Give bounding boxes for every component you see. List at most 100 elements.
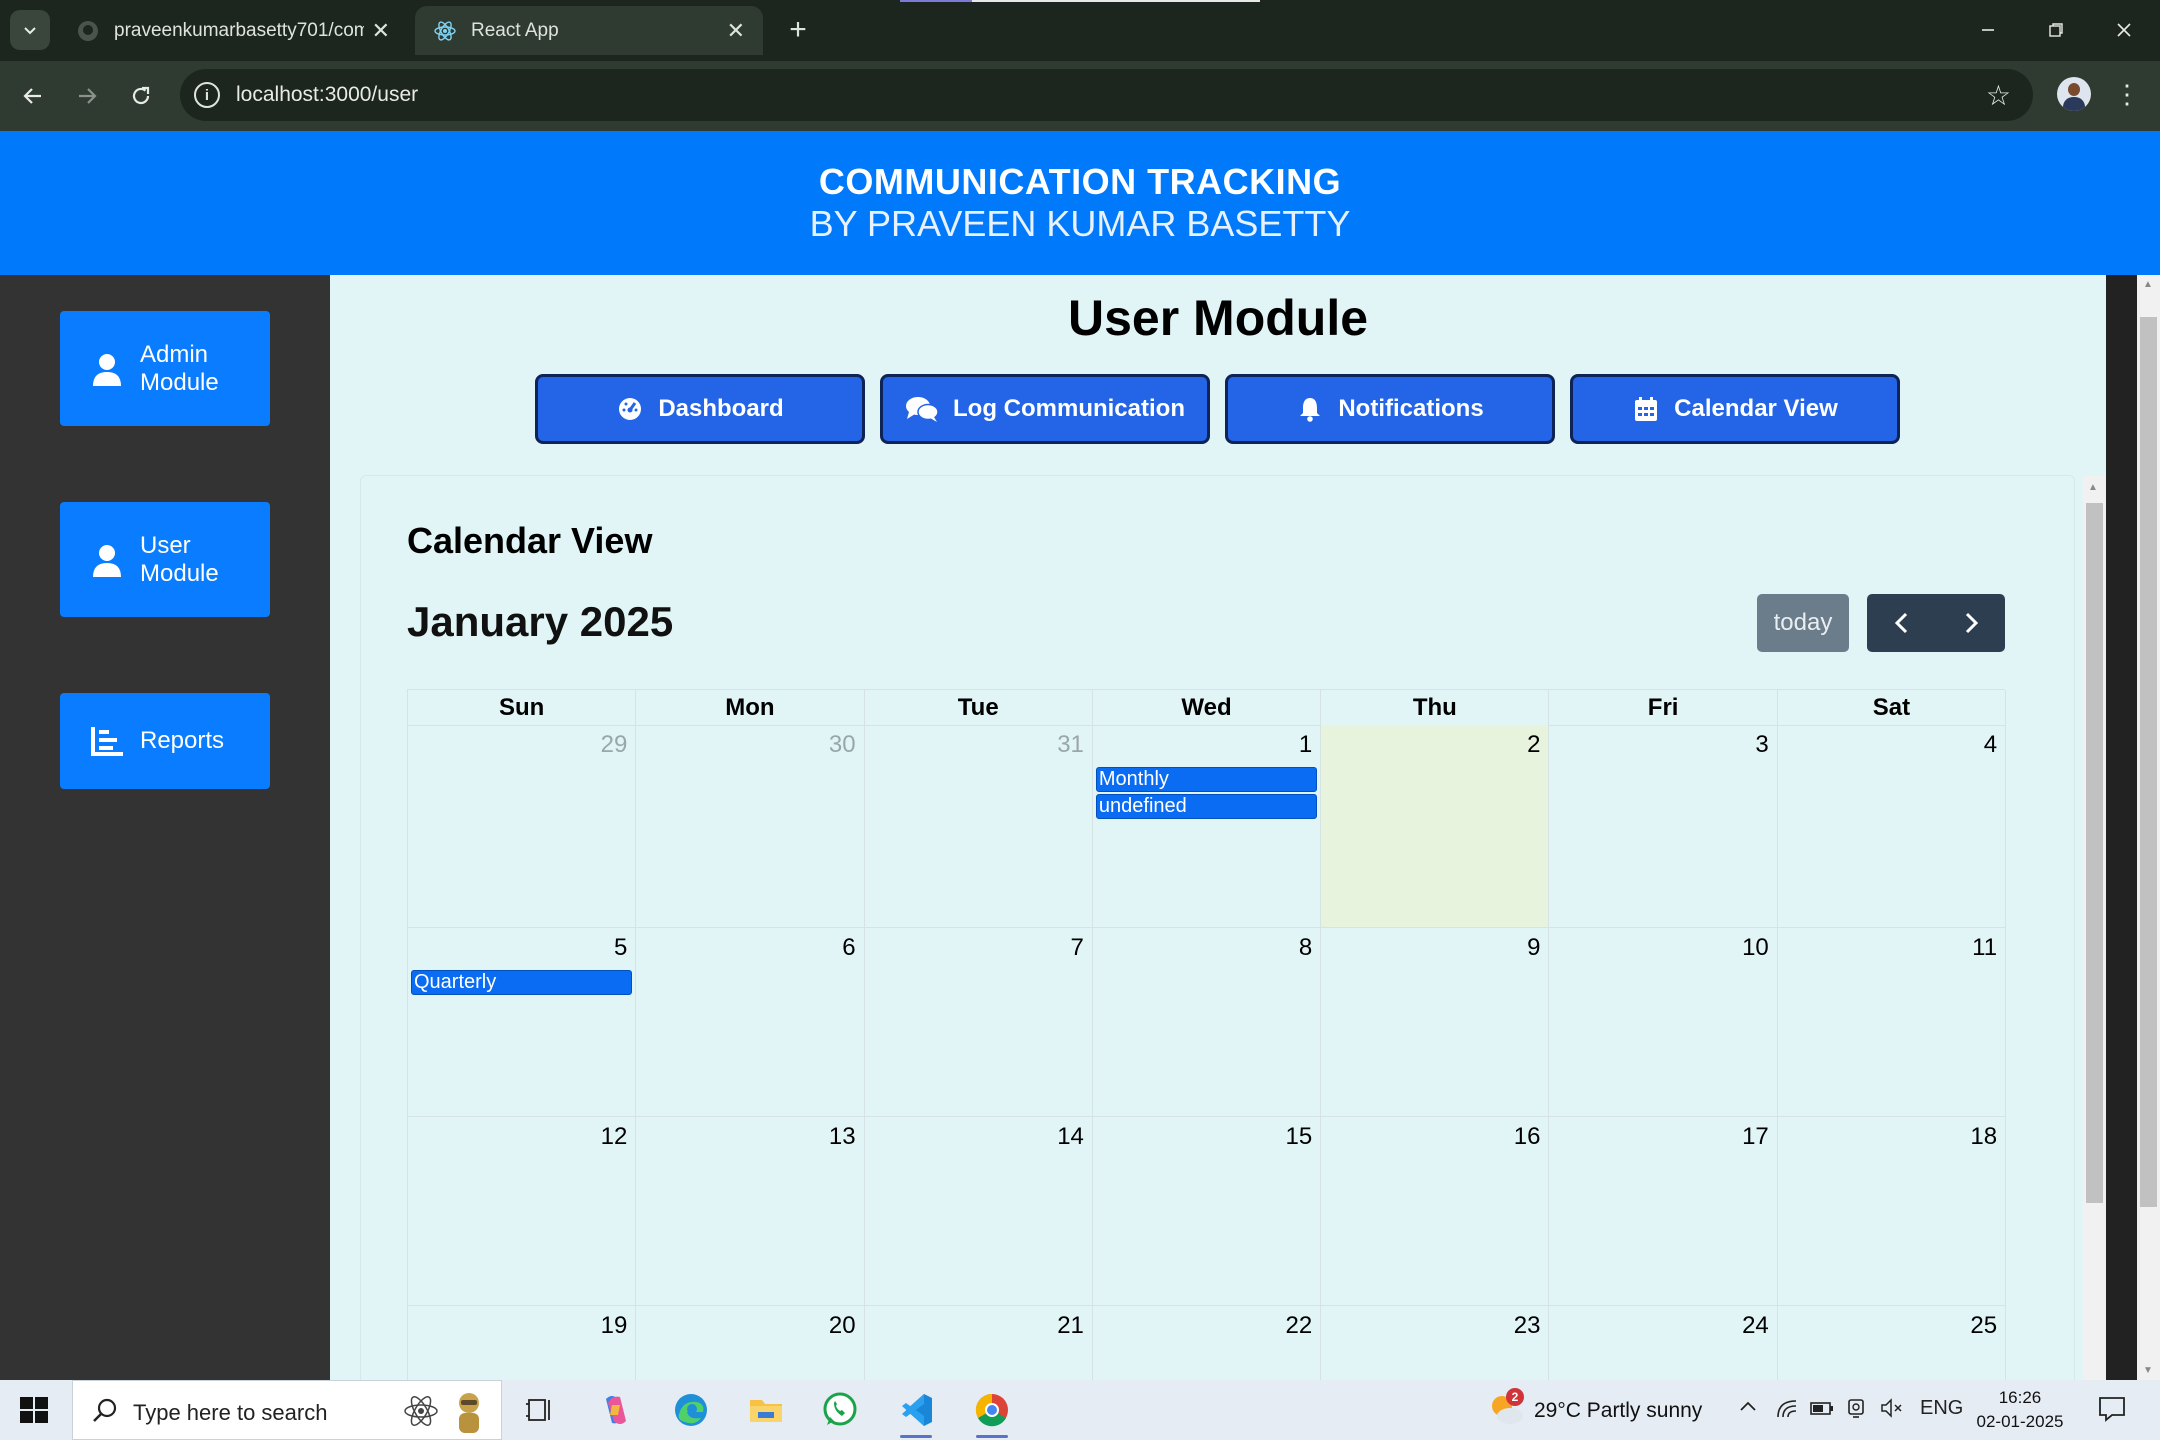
day-number[interactable]: 20 xyxy=(829,1312,856,1340)
day-number[interactable]: 3 xyxy=(1755,731,1768,759)
day-number[interactable]: 29 xyxy=(601,731,628,759)
day-cell[interactable]: 29 xyxy=(408,725,637,928)
day-number[interactable]: 11 xyxy=(1972,934,1997,962)
day-number[interactable]: 4 xyxy=(1984,731,1997,759)
day-cell[interactable]: 6 xyxy=(636,928,865,1117)
day-number[interactable]: 8 xyxy=(1299,934,1312,962)
day-cell[interactable]: 3 xyxy=(1549,725,1778,928)
day-number[interactable]: 5 xyxy=(614,934,627,962)
windows-start-button[interactable] xyxy=(18,1394,50,1426)
battery-icon[interactable] xyxy=(1810,1397,1834,1425)
calendar-event[interactable]: undefined xyxy=(1095,794,1318,819)
next-month-button[interactable] xyxy=(1936,594,2005,652)
sidebar-item-admin-module[interactable]: Admin Module xyxy=(60,311,270,426)
day-number[interactable]: 30 xyxy=(829,731,856,759)
restore-button[interactable] xyxy=(2022,0,2090,60)
day-number[interactable]: 25 xyxy=(1970,1312,1997,1340)
day-cell[interactable]: 9 xyxy=(1321,928,1550,1117)
day-cell[interactable]: 11 xyxy=(1777,928,2007,1117)
today-button[interactable]: today xyxy=(1757,594,1849,652)
day-number[interactable]: 18 xyxy=(1970,1123,1997,1151)
scroll-down-icon[interactable]: ▼ xyxy=(2143,1365,2153,1376)
day-cell[interactable]: 22 xyxy=(1093,1306,1322,1380)
day-cell[interactable]: 31 xyxy=(864,725,1093,928)
file-explorer-app[interactable] xyxy=(744,1390,788,1430)
close-icon[interactable]: ✕ xyxy=(372,18,390,44)
calendar-event[interactable]: Quarterly xyxy=(411,970,633,995)
clock[interactable]: 16:26 02-01-2025 xyxy=(1960,1386,2080,1434)
page-scrollbar[interactable]: ▲ ▼ xyxy=(2137,275,2160,1380)
day-number[interactable]: 21 xyxy=(1057,1312,1084,1340)
sidebar-item-reports[interactable]: Reports xyxy=(60,693,270,789)
day-cell[interactable]: 1 Monthly undefined xyxy=(1092,725,1322,928)
day-cell-today[interactable]: 2 xyxy=(1321,725,1550,928)
chevron-up-icon[interactable] xyxy=(1738,1397,1758,1423)
day-cell[interactable]: 5 Quarterly xyxy=(408,928,637,1117)
day-number[interactable]: 14 xyxy=(1057,1123,1084,1151)
day-number[interactable]: 2 xyxy=(1527,731,1540,759)
wifi-icon[interactable] xyxy=(1776,1397,1798,1425)
day-cell[interactable]: 21 xyxy=(865,1306,1093,1380)
browser-tab-github[interactable]: praveenkumarbasetty701/comm ✕ xyxy=(58,6,408,55)
day-cell[interactable]: 15 xyxy=(1092,1117,1322,1306)
panel-scrollbar[interactable]: ▲ ▼ xyxy=(2083,476,2105,1380)
sidebar-item-user-module[interactable]: User Module xyxy=(60,502,270,617)
day-cell[interactable]: 14 xyxy=(864,1117,1093,1306)
tab-log-communication[interactable]: Log Communication xyxy=(880,374,1210,444)
more-menu-icon[interactable]: ⋮ xyxy=(2114,79,2140,110)
day-cell[interactable]: 4 xyxy=(1777,725,2007,928)
star-icon[interactable]: ☆ xyxy=(1986,79,2011,112)
day-number[interactable]: 31 xyxy=(1057,731,1084,759)
day-cell[interactable]: 23 xyxy=(1321,1306,1550,1380)
day-number[interactable]: 9 xyxy=(1527,934,1540,962)
tab-notifications[interactable]: Notifications xyxy=(1225,374,1555,444)
day-cell[interactable]: 25 xyxy=(1778,1306,2007,1380)
day-cell[interactable]: 18 xyxy=(1777,1117,2007,1306)
day-cell[interactable]: 17 xyxy=(1549,1117,1778,1306)
day-cell[interactable]: 10 xyxy=(1549,928,1778,1117)
edge-app[interactable] xyxy=(669,1390,713,1430)
day-number[interactable]: 17 xyxy=(1742,1123,1769,1151)
new-tab-button[interactable]: + xyxy=(780,12,816,48)
forward-button[interactable] xyxy=(66,75,108,117)
close-icon[interactable]: ✕ xyxy=(727,18,745,44)
day-number[interactable]: 24 xyxy=(1742,1312,1769,1340)
day-number[interactable]: 23 xyxy=(1514,1312,1541,1340)
minimize-button[interactable] xyxy=(1954,0,2022,60)
day-number[interactable]: 13 xyxy=(829,1123,856,1151)
copilot-app[interactable] xyxy=(594,1390,638,1430)
calendar-event[interactable]: Monthly xyxy=(1095,767,1318,792)
day-number[interactable]: 10 xyxy=(1742,934,1769,962)
taskbar-search-input[interactable]: Type here to search xyxy=(72,1380,502,1440)
scrollbar-thumb[interactable] xyxy=(2086,503,2103,1203)
day-number[interactable]: 6 xyxy=(842,934,855,962)
camera-icon[interactable] xyxy=(1846,1397,1868,1425)
scroll-up-icon[interactable]: ▲ xyxy=(2143,279,2153,290)
browser-tab-react-app[interactable]: React App ✕ xyxy=(415,6,763,55)
day-cell[interactable]: 13 xyxy=(636,1117,865,1306)
scroll-up-icon[interactable]: ▲ xyxy=(2088,482,2098,493)
tab-search-button[interactable] xyxy=(10,10,50,50)
task-view-button[interactable] xyxy=(518,1390,562,1430)
weather-text[interactable]: 29°C Partly sunny xyxy=(1534,1399,1702,1423)
tab-dashboard[interactable]: Dashboard xyxy=(535,374,865,444)
day-cell[interactable]: 8 xyxy=(1092,928,1322,1117)
day-number[interactable]: 7 xyxy=(1071,934,1084,962)
day-number[interactable]: 16 xyxy=(1514,1123,1541,1151)
language-indicator[interactable]: ENG xyxy=(1920,1397,1963,1420)
whatsapp-app[interactable] xyxy=(818,1390,862,1430)
chrome-app[interactable] xyxy=(970,1390,1014,1438)
day-cell[interactable]: 30 xyxy=(636,725,865,928)
volume-muted-icon[interactable] xyxy=(1880,1397,1904,1425)
day-cell[interactable]: 24 xyxy=(1549,1306,1778,1380)
day-number[interactable]: 12 xyxy=(601,1123,628,1151)
day-number[interactable]: 1 xyxy=(1299,731,1312,759)
reload-button[interactable] xyxy=(120,75,162,117)
back-button[interactable] xyxy=(12,75,54,117)
tab-calendar-view[interactable]: Calendar View xyxy=(1570,374,1900,444)
day-cell[interactable]: 19 xyxy=(408,1306,637,1380)
day-cell[interactable]: 7 xyxy=(864,928,1093,1117)
day-number[interactable]: 22 xyxy=(1285,1312,1312,1340)
notification-icon[interactable] xyxy=(2098,1396,2126,1422)
vscode-app[interactable] xyxy=(894,1390,938,1438)
